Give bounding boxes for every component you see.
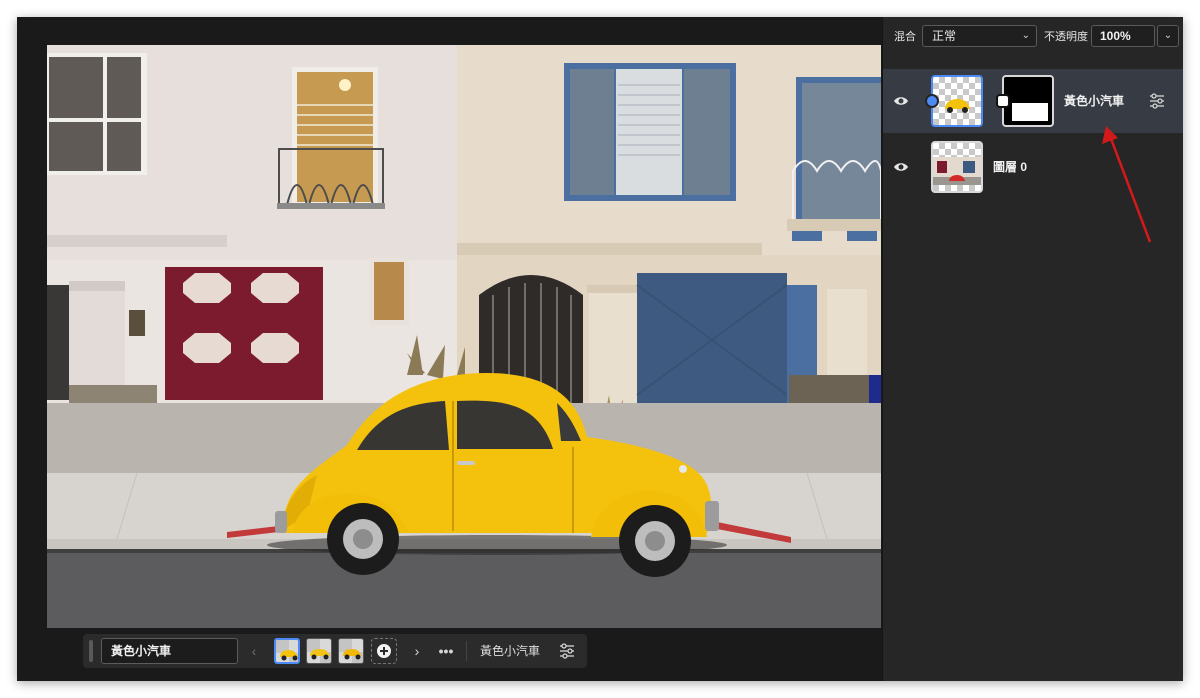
variation-thumb-3[interactable] — [338, 638, 364, 664]
contextual-task-bar: 黃色小汽車 ‹ › ••• 黃色小汽車 — [83, 634, 587, 668]
mask-white-area — [1012, 103, 1048, 121]
blend-row: 混合 正常 ⌄ 不透明度 100% ⌄ — [883, 25, 1183, 49]
car-thumbnail-image — [276, 640, 298, 662]
divider — [466, 641, 467, 661]
car-thumbnail-image — [307, 639, 331, 663]
blend-mode-label: 混合 — [894, 31, 916, 43]
link-icon — [925, 94, 939, 108]
layer-name[interactable]: 黃色小汽車 — [1064, 91, 1124, 111]
opacity-label: 不透明度 — [1044, 31, 1088, 43]
street-thumbnail-image — [933, 157, 981, 185]
sliders-icon[interactable] — [559, 643, 575, 659]
chevron-left-icon[interactable]: ‹ — [246, 638, 262, 664]
chevron-down-icon: ⌄ — [1021, 30, 1030, 41]
layer-thumbnail[interactable] — [931, 141, 983, 193]
car-thumbnail-image — [945, 99, 970, 113]
street-photo — [47, 45, 881, 628]
canvas-area: 黃色小汽車 ‹ › ••• 黃色小汽車 — [17, 17, 882, 681]
document-canvas[interactable] — [47, 45, 881, 628]
drag-handle[interactable] — [89, 640, 93, 662]
variation-thumb-2[interactable] — [306, 638, 332, 664]
chevron-down-icon[interactable]: ⌄ — [1157, 25, 1179, 47]
layers-panel: 混合 正常 ⌄ 不透明度 100% ⌄ 黃色小汽車 圖層 0 — [882, 17, 1183, 681]
annotation-arrow — [1102, 126, 1152, 243]
blend-mode-value: 正常 — [932, 29, 957, 43]
more-horizontal-icon[interactable]: ••• — [435, 638, 457, 664]
sliders-icon[interactable] — [1149, 93, 1165, 109]
mask-icon — [996, 94, 1010, 108]
prompt-text: 黃色小汽車 — [480, 644, 541, 658]
chevron-right-icon[interactable]: › — [409, 638, 425, 664]
layer-name-field[interactable]: 黃色小汽車 — [101, 638, 238, 664]
app-window: 黃色小汽車 ‹ › ••• 黃色小汽車 混合 正常 ⌄ 不透明度 100% ⌄ … — [17, 17, 1183, 681]
eye-icon[interactable] — [893, 159, 909, 175]
eye-icon[interactable] — [893, 93, 909, 109]
car-thumbnail-image — [339, 639, 363, 663]
plus-circle-icon[interactable] — [371, 638, 397, 664]
layer-name[interactable]: 圖層 0 — [993, 157, 1027, 177]
blend-mode-select[interactable]: 正常 ⌄ — [922, 25, 1037, 47]
opacity-input[interactable]: 100% — [1091, 25, 1155, 47]
variation-thumb-1[interactable] — [274, 638, 300, 664]
